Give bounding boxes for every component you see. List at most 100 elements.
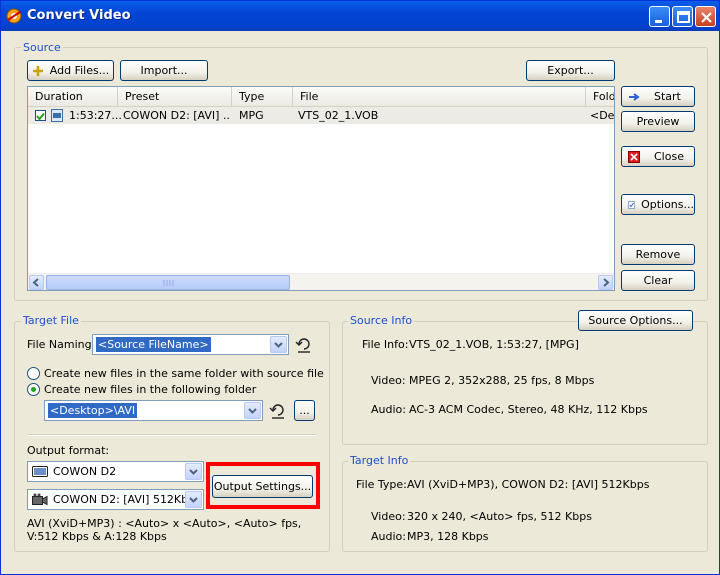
list-header: Duration Preset Type File Fold [28,87,614,107]
profile-value: COWON D2: [AVI] 512Kb... [53,493,199,506]
source-audio-label: Audio: [371,403,406,416]
target-info-group-label: Target Info [348,454,411,467]
reset-folder-icon[interactable] [269,402,287,420]
options-label: Options... [641,198,694,211]
file-naming-value: <Source FileName> [96,337,211,352]
minimize-button[interactable] [649,6,670,27]
column-file[interactable]: File [293,87,586,106]
maximize-icon [677,11,690,23]
file-info-label: File Info: [362,338,409,351]
file-naming-label: File Naming: [27,338,96,351]
close-icon [628,150,640,163]
add-files-button[interactable]: Add Files... [27,60,114,81]
radio-same-folder-label[interactable]: Create new files in the same folder with… [44,367,324,380]
chevron-down-icon [248,408,257,414]
profile-select[interactable]: COWON D2: [AVI] 512Kb... [27,489,204,510]
output-folder-select[interactable]: <Desktop>\AVI [44,400,263,421]
window-title: Convert Video [27,8,131,23]
add-files-label: Add Files... [49,64,110,77]
export-label: Export... [547,64,594,77]
column-type[interactable]: Type [232,87,293,106]
output-settings-button[interactable]: Output Settings... [212,475,313,498]
browse-folder-button[interactable]: ... [294,400,315,421]
maximize-button[interactable] [672,6,693,27]
check-icon [36,112,45,121]
target-file-group-label: Target File [21,314,81,327]
preview-button[interactable]: Preview [621,111,695,132]
remove-label: Remove [635,248,681,261]
column-preset[interactable]: Preset [118,87,232,106]
import-button[interactable]: Import... [120,60,208,81]
cell-type: MPG [239,109,264,122]
device-dropdown-button[interactable] [185,463,202,480]
add-icon [32,65,43,76]
source-video-label: Video: [371,374,406,387]
scroll-thumb[interactable] [46,275,290,290]
column-duration[interactable]: Duration [28,87,118,106]
format-description: AVI (XviD+MP3) : <Auto> x <Auto>, <Auto>… [27,517,302,543]
radio-following-folder[interactable] [27,383,40,396]
export-button[interactable]: Export... [526,60,615,81]
clear-label: Clear [643,274,673,287]
grip-icon [163,280,174,286]
start-label: Start [654,90,681,103]
video-camera-icon [32,493,48,506]
target-audio-label: Audio: [371,530,406,543]
start-button[interactable]: Start [621,86,695,107]
source-file-list[interactable]: Duration Preset Type File Fold 1:53:27..… [27,86,615,291]
device-select[interactable]: COWON D2 [27,461,204,482]
chevron-down-icon [274,342,283,348]
row-checkbox[interactable] [35,110,46,121]
source-options-label: Source Options... [588,314,683,327]
device-value: COWON D2 [53,465,117,478]
title-bar[interactable]: Convert Video [1,1,719,31]
file-info-value: VTS_02_1.VOB, 1:53:27, [MPG] [409,338,579,351]
cell-folder: <Des [590,109,615,122]
chevron-down-icon [189,469,198,475]
scroll-right-button[interactable] [598,275,613,290]
separator [27,434,317,436]
close-icon [701,12,712,23]
reset-naming-icon[interactable] [295,336,313,354]
target-video-value: 320 x 240, <Auto> fps, 512 Kbps [407,510,592,523]
output-folder-value: <Desktop>\AVI [48,403,138,418]
radio-following-folder-label[interactable]: Create new files in the following folder [44,383,256,396]
file-naming-select[interactable]: <Source FileName> [92,334,289,355]
video-file-icon [51,109,63,122]
scroll-left-button[interactable] [29,275,44,290]
options-button[interactable]: Options... [621,194,695,215]
output-format-label: Output format: [27,444,110,457]
radio-same-folder[interactable] [27,367,40,380]
chevron-right-icon [603,278,610,287]
cell-preset: COWON D2: [AVI] ... [123,109,231,122]
table-row[interactable]: 1:53:27... COWON D2: [AVI] ... MPG VTS_0… [28,107,614,124]
target-video-label: Video: [371,510,406,523]
close-label: Close [654,150,684,163]
browse-label: ... [299,404,310,417]
remove-button[interactable]: Remove [621,244,695,265]
close-button[interactable]: Close [621,146,695,167]
minimize-icon [655,20,662,23]
cell-duration: 1:53:27... [69,109,121,122]
arrow-right-icon [629,92,640,101]
source-info-group-label: Source Info [348,314,415,327]
file-naming-dropdown-button[interactable] [270,336,287,353]
output-settings-label: Output Settings... [213,480,312,493]
source-audio-value: AC-3 ACM Codec, Stereo, 48 KHz, 112 Kbps [409,403,648,416]
file-type-label: File Type: [356,478,407,491]
preview-label: Preview [636,115,680,128]
import-label: Import... [140,64,188,77]
output-folder-dropdown-button[interactable] [244,402,261,419]
options-icon [628,200,636,209]
clear-button[interactable]: Clear [621,270,695,291]
app-icon [6,8,22,24]
horizontal-scrollbar[interactable] [28,273,614,290]
source-group-label: Source [21,41,63,54]
profile-dropdown-button[interactable] [185,491,202,508]
column-folder[interactable]: Fold [586,87,614,106]
chevron-down-icon [189,497,198,503]
file-type-value: AVI (XviD+MP3), COWON D2: [AVI] 512Kbps [407,478,650,491]
target-audio-value: MP3, 128 Kbps [407,530,489,543]
close-window-button[interactable] [695,6,716,27]
source-options-button[interactable]: Source Options... [578,310,693,331]
